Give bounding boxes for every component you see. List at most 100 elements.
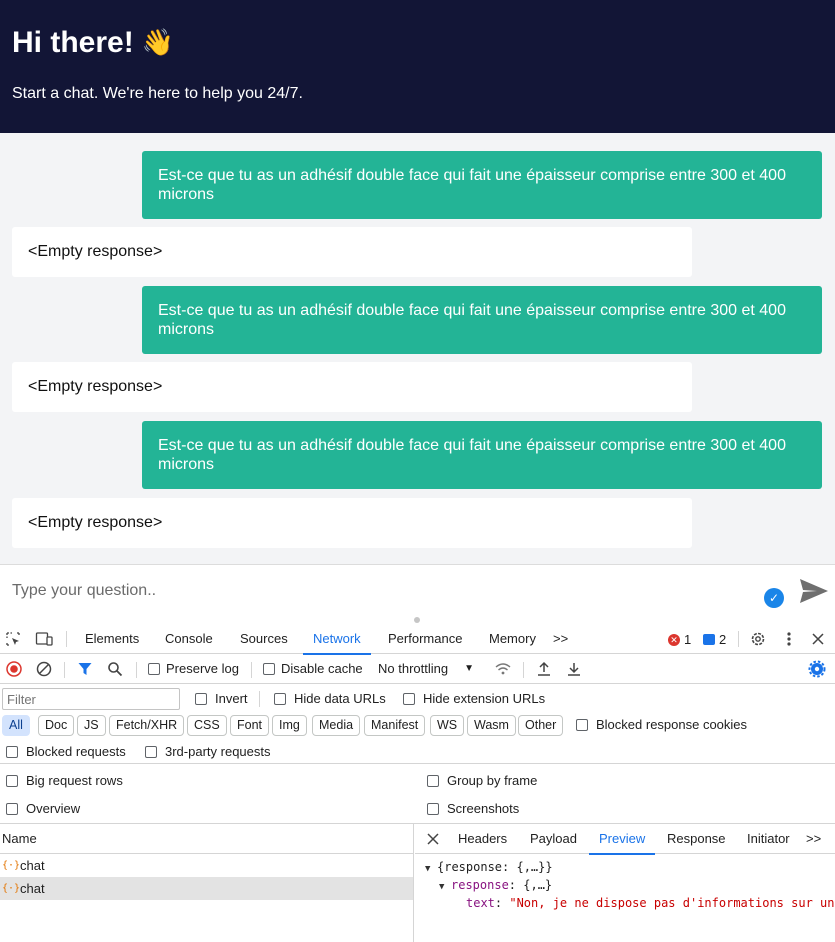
blocked-response-cookies-label: Blocked response cookies [596, 717, 748, 732]
type-filter-manifest[interactable]: Manifest [364, 715, 426, 736]
preview-response[interactable]: ▼ response: {,…} [415, 876, 835, 894]
big-request-rows-label: Big request rows [26, 773, 123, 788]
send-button[interactable] [798, 577, 830, 605]
request-name: chat [20, 881, 45, 896]
clear-icon[interactable] [35, 660, 53, 678]
tab-response[interactable]: Response [667, 824, 726, 854]
close-details-icon[interactable] [424, 830, 442, 848]
network-panels: Name {·} chat {·} chat Headers Payload P… [0, 824, 835, 942]
error-badge[interactable]: ✕ 1 [668, 632, 691, 647]
import-har-icon[interactable] [535, 660, 553, 678]
json-preview: ▼ {response: {,…}} ▼ response: {,…} text: … [415, 854, 835, 912]
detail-tabbar: Headers Payload Preview Response Initiat… [415, 824, 835, 855]
overview-checkbox[interactable] [6, 802, 18, 815]
tab-headers[interactable]: Headers [458, 824, 507, 854]
group-by-frame-option[interactable]: Group by frame [427, 773, 537, 788]
close-devtools-icon[interactable] [809, 630, 827, 648]
hide-extension-urls-checkbox[interactable] [403, 692, 415, 705]
export-har-icon[interactable] [565, 660, 583, 678]
search-icon[interactable] [106, 660, 124, 678]
tab-memory[interactable]: Memory [489, 624, 536, 654]
throttling-select[interactable]: No throttling ▼ [378, 661, 474, 676]
big-request-rows-option[interactable]: Big request rows [6, 773, 123, 788]
devtools-panel: Elements Console Sources Network Perform… [0, 616, 835, 942]
big-request-rows-checkbox[interactable] [6, 774, 18, 787]
group-by-frame-checkbox[interactable] [427, 774, 439, 787]
tab-network[interactable]: Network [303, 624, 371, 655]
name-column-header[interactable]: Name [0, 824, 413, 854]
blocked-requests-checkbox[interactable] [6, 745, 18, 758]
chat-title-text: Hi there! [12, 26, 134, 59]
overview-label: Overview [26, 801, 81, 816]
third-party-requests-option[interactable]: 3rd-party requests [145, 744, 271, 759]
filter-row: Invert Hide data URLs Hide extension URL… [0, 684, 835, 714]
tab-console[interactable]: Console [165, 624, 213, 654]
blocked-response-cookies-option[interactable]: Blocked response cookies [576, 717, 747, 732]
hide-data-urls-checkbox[interactable] [274, 692, 286, 705]
tab-preview[interactable]: Preview [588, 824, 656, 855]
tab-sources[interactable]: Sources [240, 624, 288, 654]
preserve-log-checkbox[interactable] [148, 662, 160, 675]
hide-data-urls-option[interactable]: Hide data URLs [274, 691, 386, 706]
screenshots-option[interactable]: Screenshots [427, 801, 519, 816]
network-conditions-icon[interactable] [494, 660, 512, 678]
expand-triangle-icon: ▼ [439, 882, 445, 892]
screenshots-checkbox[interactable] [427, 802, 439, 815]
user-message: Est-ce que tu as un adhésif double face … [142, 421, 822, 489]
invert-label: Invert [215, 691, 248, 706]
blocked-requests-row: Blocked requests 3rd-party requests [0, 740, 835, 764]
filter-input[interactable] [2, 688, 180, 710]
question-input[interactable] [12, 577, 752, 605]
record-stop-icon[interactable] [5, 660, 23, 678]
more-tabs-icon[interactable]: >> [553, 624, 568, 654]
user-message: Est-ce que tu as un adhésif double face … [142, 286, 822, 354]
user-message: Est-ce que tu as un adhésif double face … [142, 151, 822, 219]
request-details: Headers Payload Preview Response Initiat… [415, 824, 835, 942]
gear-icon[interactable] [749, 630, 767, 648]
xhr-icon: {·} [2, 883, 21, 894]
blocked-requests-option[interactable]: Blocked requests [6, 744, 126, 759]
preview-root[interactable]: ▼ {response: {,…}} [415, 858, 835, 876]
third-party-requests-checkbox[interactable] [145, 745, 157, 758]
overview-option[interactable]: Overview [6, 801, 80, 816]
type-filter-media[interactable]: Media [312, 715, 361, 736]
preserve-log-option[interactable]: Preserve log [148, 661, 239, 676]
resize-handle[interactable] [414, 617, 420, 623]
more-detail-tabs-icon[interactable]: >> [806, 824, 821, 854]
type-filter-all[interactable]: All [2, 715, 30, 736]
filter-icon[interactable] [76, 660, 94, 678]
messages-badge[interactable]: 2 [703, 632, 726, 647]
inspect-element-icon[interactable] [4, 630, 22, 648]
chat-header: Hi there! 👋 Start a chat. We're here to … [0, 0, 835, 133]
request-row[interactable]: {·} chat [0, 854, 413, 877]
tab-performance[interactable]: Performance [388, 624, 462, 654]
type-filter-other[interactable]: Other [518, 715, 564, 736]
disable-cache-option[interactable]: Disable cache [263, 661, 363, 676]
type-filter-wasm[interactable]: Wasm [467, 715, 516, 736]
check-icon: ✓ [764, 588, 784, 608]
blocked-response-cookies-checkbox[interactable] [576, 718, 588, 731]
type-filter-fetch-xhr[interactable]: Fetch/XHR [109, 715, 185, 736]
type-filter-css[interactable]: CSS [187, 715, 227, 736]
invert-option[interactable]: Invert [195, 691, 248, 706]
hide-extension-urls-option[interactable]: Hide extension URLs [403, 691, 545, 706]
network-settings-gear-icon[interactable] [808, 660, 826, 678]
tab-initiator[interactable]: Initiator [747, 824, 790, 854]
invert-checkbox[interactable] [195, 692, 207, 705]
tab-elements[interactable]: Elements [85, 624, 139, 654]
type-filter-doc[interactable]: Doc [38, 715, 75, 736]
kebab-menu-icon[interactable] [780, 630, 798, 648]
type-filter-js[interactable]: JS [77, 715, 106, 736]
network-settings-options: Big request rows Group by frame Overview… [0, 766, 835, 824]
request-row-selected[interactable]: {·} chat [0, 877, 413, 900]
disable-cache-checkbox[interactable] [263, 662, 275, 675]
device-toolbar-icon[interactable] [35, 630, 53, 648]
disable-cache-label: Disable cache [281, 661, 363, 676]
blocked-requests-label: Blocked requests [26, 744, 126, 759]
chevron-down-icon: ▼ [464, 663, 474, 674]
type-filter-img[interactable]: Img [272, 715, 307, 736]
devtools-tabbar: Elements Console Sources Network Perform… [0, 624, 835, 655]
tab-payload[interactable]: Payload [530, 824, 577, 854]
type-filter-ws[interactable]: WS [430, 715, 465, 736]
type-filter-font[interactable]: Font [230, 715, 270, 736]
